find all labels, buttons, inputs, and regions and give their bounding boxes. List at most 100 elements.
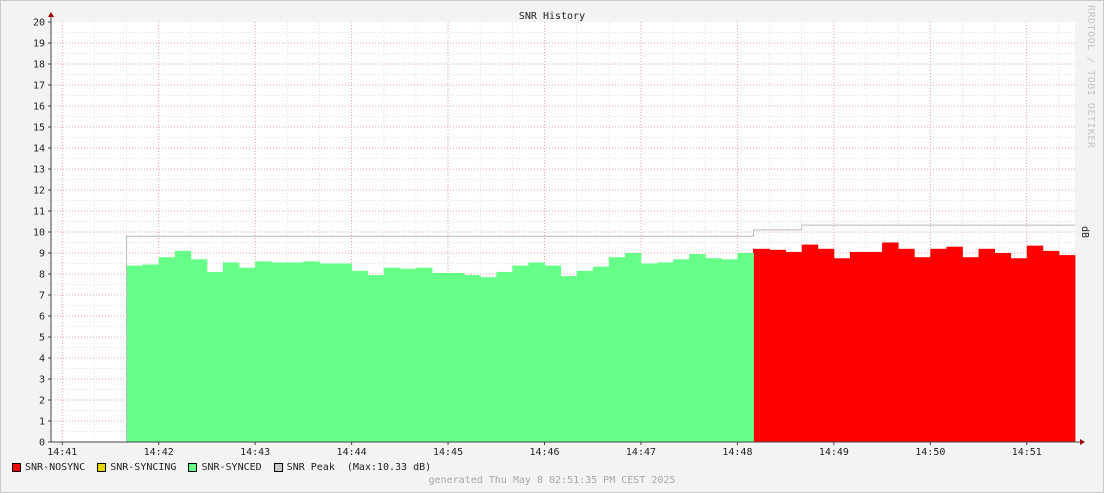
x-tick-label: 14:50 xyxy=(915,447,945,458)
y-tick-label: 19 xyxy=(33,39,45,50)
area-step xyxy=(882,242,899,442)
y-axis-arrow xyxy=(48,12,54,17)
area-step xyxy=(689,254,706,442)
x-tick-label: 14:51 xyxy=(1012,447,1042,458)
y-tick-label: 11 xyxy=(33,207,45,218)
area-step xyxy=(335,263,353,442)
area-step xyxy=(608,257,626,442)
chart-title: SNR History xyxy=(519,11,585,22)
y-tick-label: 7 xyxy=(39,291,45,302)
area-step xyxy=(866,251,883,442)
legend-label: SNR-SYNCED xyxy=(201,461,262,473)
area-step xyxy=(174,250,192,442)
y-axis-label: dB xyxy=(1079,226,1090,238)
legend-entry: SNR Peak (Max:10.33 dB) xyxy=(273,461,432,473)
y-tick-label: 17 xyxy=(33,81,45,92)
area-step xyxy=(785,251,803,442)
series-areas xyxy=(126,242,1076,442)
x-tick-label: 14:48 xyxy=(722,447,752,458)
area-step xyxy=(287,262,304,442)
y-tick-label: 4 xyxy=(39,354,45,365)
area-step xyxy=(994,253,1012,442)
area-step xyxy=(239,267,256,442)
legend-label: SNR-SYNCING xyxy=(110,461,177,473)
legend-label: SNR Peak (Max:10.33 dB) xyxy=(286,461,432,473)
area-step xyxy=(464,275,481,442)
y-tick-label: 10 xyxy=(33,228,45,239)
y-tick-label: 16 xyxy=(33,102,45,113)
area-step xyxy=(496,271,513,442)
area-step xyxy=(206,271,224,442)
legend-entry: SNR-SYNCED xyxy=(188,461,262,473)
y-tick-label: 8 xyxy=(39,270,45,281)
area-step xyxy=(255,261,272,442)
area-step xyxy=(801,244,819,442)
area-step xyxy=(753,248,770,442)
area-step xyxy=(448,272,465,442)
area-step xyxy=(1058,255,1076,442)
x-tick-label: 14:45 xyxy=(433,447,463,458)
area-step xyxy=(223,262,240,442)
x-tick-label: 14:43 xyxy=(240,447,270,458)
area-step xyxy=(576,270,594,442)
x-tick-label: 14:44 xyxy=(337,447,367,458)
area-step xyxy=(849,251,867,442)
x-tick-label: 14:47 xyxy=(626,447,656,458)
area-step xyxy=(640,263,658,442)
area-step xyxy=(399,268,417,442)
legend-swatch xyxy=(97,462,107,472)
x-tick-label: 14:41 xyxy=(47,447,77,458)
area-step xyxy=(657,262,674,442)
area-step xyxy=(946,246,963,442)
area-step xyxy=(673,259,690,442)
area-step xyxy=(817,248,835,442)
area-step xyxy=(930,248,947,442)
y-tick-label: 3 xyxy=(39,375,45,386)
rrdtool-watermark: RRDTOOL / TOBI OETIKER xyxy=(1085,5,1096,149)
area-step xyxy=(190,259,208,442)
y-tick-label: 0 xyxy=(39,438,45,449)
area-step xyxy=(1026,245,1044,442)
area-step xyxy=(142,264,160,442)
area-step xyxy=(158,257,176,442)
area-step xyxy=(592,266,610,442)
area-step xyxy=(1010,258,1028,442)
area-step xyxy=(271,262,288,442)
area-step xyxy=(351,270,369,442)
legend: SNR-NOSYNC SNR-SYNCING SNR-SYNCED SNR Peak … xyxy=(12,460,443,474)
area-step xyxy=(303,261,320,442)
area-step xyxy=(898,248,915,442)
area-step xyxy=(978,248,996,442)
legend-swatch xyxy=(273,462,283,472)
area-step xyxy=(528,262,545,442)
legend-entry: SNR-SYNCING xyxy=(97,462,176,473)
area-step xyxy=(415,267,433,442)
legend-swatch xyxy=(188,462,198,472)
area-step xyxy=(737,253,754,442)
x-tick-label: 14:46 xyxy=(529,447,559,458)
y-tick-label: 2 xyxy=(39,396,45,407)
area-step xyxy=(769,249,787,442)
area-step xyxy=(319,263,336,442)
area-step xyxy=(833,258,851,442)
x-tick-label: 14:42 xyxy=(144,447,174,458)
area-step xyxy=(383,267,401,442)
y-tick-label: 12 xyxy=(33,186,45,197)
y-tick-label: 5 xyxy=(39,333,45,344)
legend-entry: SNR-NOSYNC xyxy=(12,462,85,473)
generated-timestamp: generated Thu May 8 02:51:35 PM CEST 202… xyxy=(428,475,676,486)
area-step xyxy=(126,265,144,442)
legend-swatch xyxy=(12,462,21,472)
area-step xyxy=(705,258,722,442)
area-step xyxy=(962,257,979,442)
y-tick-label: 15 xyxy=(33,123,45,134)
x-axis-arrow xyxy=(1080,439,1085,445)
area-step xyxy=(367,275,385,442)
y-tick-label: 18 xyxy=(33,60,45,71)
snr-history-chart: 0123456789101112131415161718192014:41 14:… xyxy=(33,11,1090,458)
area-step xyxy=(624,253,642,442)
area-step xyxy=(431,272,449,442)
legend-label: SNR-NOSYNC xyxy=(25,461,86,473)
x-tick-label: 14:49 xyxy=(819,447,849,458)
y-tick-label: 20 xyxy=(33,18,45,29)
